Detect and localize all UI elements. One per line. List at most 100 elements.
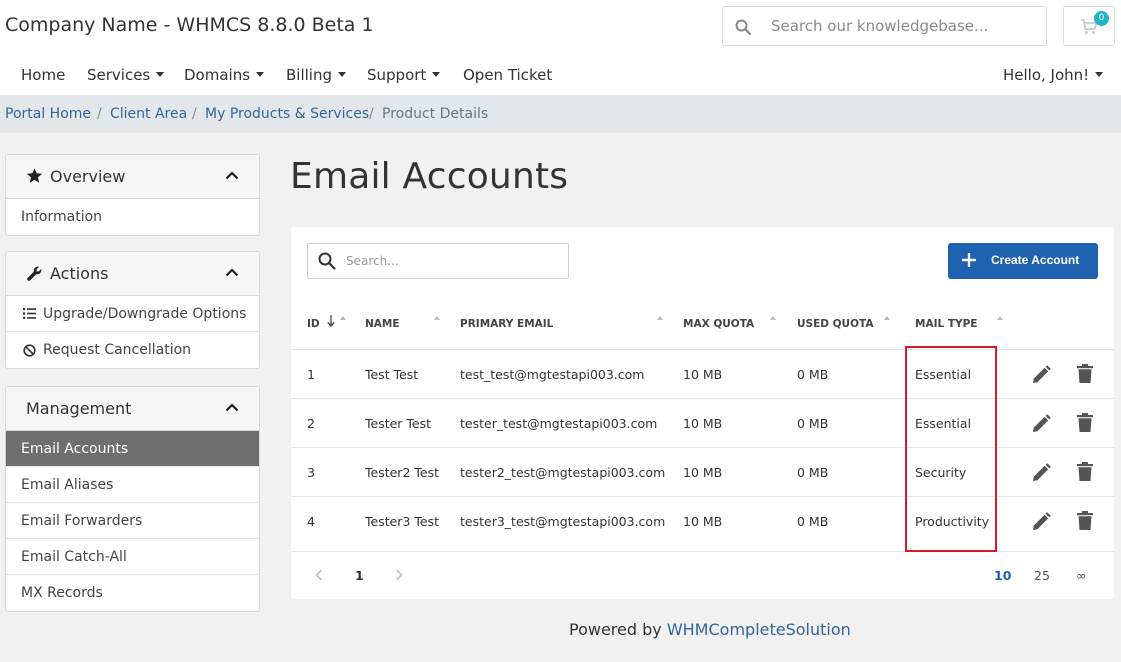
chevron-up-icon[interactable] xyxy=(225,403,239,412)
knowledgebase-search-input[interactable] xyxy=(771,15,1039,37)
footer-link[interactable]: WHMCompleteSolution xyxy=(667,620,851,639)
search-icon xyxy=(318,252,336,270)
nav-user-menu[interactable]: Hello, John! xyxy=(1003,66,1104,84)
sidebar-item-information[interactable]: Information xyxy=(6,199,259,235)
cell-name: Tester2 Test xyxy=(365,465,439,480)
column-header-max-quota[interactable]: MAX QUOTA xyxy=(683,318,754,330)
breadcrumb-portal-home[interactable]: Portal Home xyxy=(5,106,91,122)
cart-button[interactable]: 0 xyxy=(1063,6,1115,46)
sidebar-item-email-catch-all[interactable]: Email Catch-All xyxy=(6,539,259,575)
cell-used-quota: 0 MB xyxy=(797,416,829,431)
cell-name: Tester3 Test xyxy=(365,514,439,529)
panel-title: Overview xyxy=(50,167,126,186)
brand-title[interactable]: Company Name - WHMCS 8.8.0 Beta 1 xyxy=(5,14,374,36)
caret-down-icon xyxy=(1095,72,1104,77)
sidebar-panel-overview: Overview Information xyxy=(5,154,260,236)
cell-max-quota: 10 MB xyxy=(683,367,723,382)
cell-email: tester3_test@mgtestapi003.com xyxy=(460,514,666,529)
breadcrumb-separator: / xyxy=(192,106,197,122)
trash-icon[interactable] xyxy=(1077,364,1093,383)
sidebar-panel-actions: Actions Upgrade/Downgrade Options Reques… xyxy=(5,251,260,369)
footer: Powered by WHMCompleteSolution xyxy=(569,620,851,639)
sort-icon xyxy=(340,316,346,320)
breadcrumb-products-services[interactable]: My Products & Services xyxy=(205,106,369,122)
sort-icon xyxy=(657,316,663,320)
panel-header-overview[interactable]: Overview xyxy=(6,155,259,199)
chevron-right-icon[interactable] xyxy=(395,569,403,581)
mail-type-highlight-box xyxy=(905,346,997,552)
nav-services[interactable]: Services xyxy=(87,66,165,84)
caret-down-icon xyxy=(156,72,165,77)
breadcrumb-client-area[interactable]: Client Area xyxy=(110,106,187,122)
nav-domains[interactable]: Domains xyxy=(184,66,265,84)
edit-pencil-icon[interactable] xyxy=(1032,512,1051,531)
column-header-id[interactable]: ID xyxy=(307,318,320,330)
column-header-used-quota[interactable]: USED QUOTA xyxy=(797,318,873,330)
list-icon xyxy=(23,308,36,319)
nav-billing[interactable]: Billing xyxy=(286,66,346,84)
column-header-name[interactable]: NAME xyxy=(365,318,400,330)
caret-down-icon xyxy=(432,72,441,77)
panel-header-actions[interactable]: Actions xyxy=(6,252,259,296)
table-search[interactable] xyxy=(307,243,569,279)
sidebar-item-mx-records[interactable]: MX Records xyxy=(6,575,259,611)
cell-name: Tester Test xyxy=(365,416,432,431)
cell-email: tester_test@mgtestapi003.com xyxy=(460,416,658,431)
sidebar-item-upgrade-downgrade[interactable]: Upgrade/Downgrade Options xyxy=(6,296,259,332)
star-icon xyxy=(26,168,43,183)
pagination-page-1[interactable]: 1 xyxy=(355,568,364,583)
sort-icon xyxy=(997,316,1003,320)
sidebar-item-email-accounts[interactable]: Email Accounts xyxy=(6,431,259,467)
panel-header-management[interactable]: Management xyxy=(6,387,259,431)
sort-icon xyxy=(770,316,776,320)
cell-id: 2 xyxy=(307,416,315,431)
page-size-25[interactable]: 25 xyxy=(1034,568,1050,583)
sort-arrow-down-icon xyxy=(327,315,335,327)
ban-icon xyxy=(23,344,36,357)
sort-icon xyxy=(884,316,890,320)
chevron-up-icon[interactable] xyxy=(225,171,239,180)
page-size-10[interactable]: 10 xyxy=(994,568,1011,583)
create-account-button[interactable]: Create Account xyxy=(948,243,1098,279)
caret-down-icon xyxy=(256,72,265,77)
nav-support[interactable]: Support xyxy=(367,66,441,84)
trash-icon[interactable] xyxy=(1077,511,1093,530)
knowledgebase-search[interactable] xyxy=(722,6,1047,46)
panel-title: Actions xyxy=(50,264,109,283)
sort-icon xyxy=(434,316,440,320)
breadcrumb-separator: / xyxy=(97,106,102,122)
nav-open-ticket[interactable]: Open Ticket xyxy=(463,66,552,84)
wrench-icon xyxy=(27,266,42,281)
sidebar-panel-management: Management Email Accounts Email Aliases … xyxy=(5,386,260,612)
search-icon xyxy=(735,19,751,35)
page-title: Email Accounts xyxy=(290,156,569,197)
cell-max-quota: 10 MB xyxy=(683,514,723,529)
cell-max-quota: 10 MB xyxy=(683,416,723,431)
edit-pencil-icon[interactable] xyxy=(1032,414,1051,433)
column-header-primary-email[interactable]: PRIMARY EMAIL xyxy=(460,318,553,330)
edit-pencil-icon[interactable] xyxy=(1032,463,1051,482)
cart-count-badge: 0 xyxy=(1094,11,1109,26)
cell-name: Test Test xyxy=(365,367,419,382)
edit-pencil-icon[interactable] xyxy=(1032,365,1051,384)
main-nav: Home Services Domains Billing Support Op… xyxy=(0,62,1121,88)
sidebar-item-request-cancellation[interactable]: Request Cancellation xyxy=(6,332,259,368)
cell-used-quota: 0 MB xyxy=(797,514,829,529)
table-search-input[interactable] xyxy=(346,252,561,270)
plus-icon xyxy=(962,253,976,267)
trash-icon[interactable] xyxy=(1077,462,1093,481)
cell-used-quota: 0 MB xyxy=(797,367,829,382)
breadcrumb-current: Product Details xyxy=(382,106,489,122)
cell-id: 1 xyxy=(307,367,315,382)
sidebar-item-email-aliases[interactable]: Email Aliases xyxy=(6,467,259,503)
chevron-left-icon[interactable] xyxy=(315,569,323,581)
trash-icon[interactable] xyxy=(1077,413,1093,432)
cell-id: 3 xyxy=(307,465,315,480)
nav-home[interactable]: Home xyxy=(21,66,65,84)
cell-used-quota: 0 MB xyxy=(797,465,829,480)
page-size-all[interactable]: ∞ xyxy=(1076,568,1086,583)
column-header-mail-type[interactable]: MAIL TYPE xyxy=(915,318,977,330)
panel-title: Management xyxy=(26,399,132,418)
chevron-up-icon[interactable] xyxy=(225,268,239,277)
sidebar-item-email-forwarders[interactable]: Email Forwarders xyxy=(6,503,259,539)
